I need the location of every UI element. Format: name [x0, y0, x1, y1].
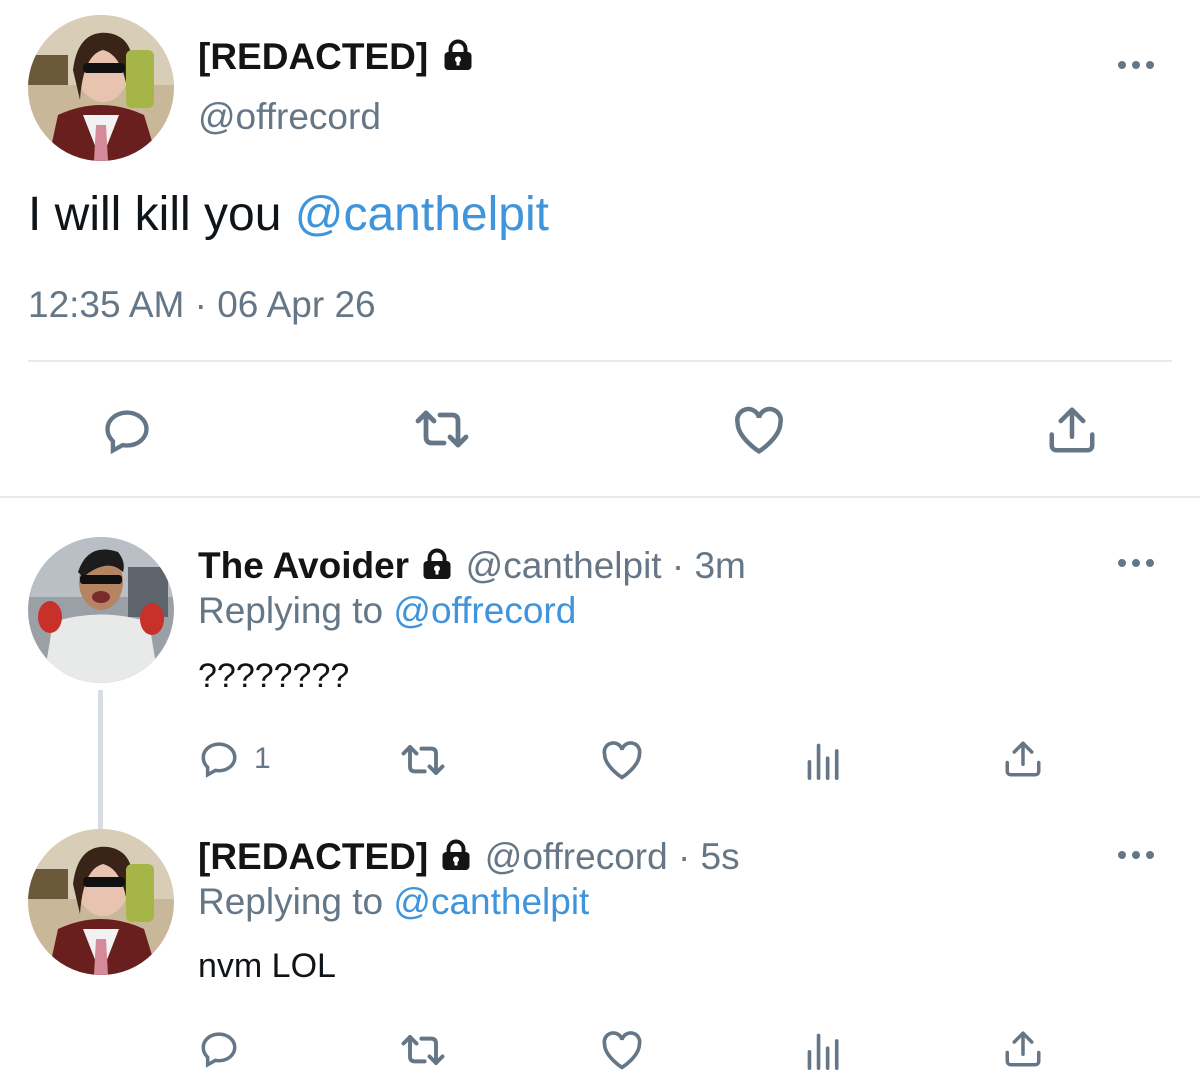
- lock-icon: [419, 546, 455, 591]
- share-icon: [1045, 403, 1099, 457]
- mention-link[interactable]: @canthelpit: [295, 188, 549, 241]
- like-icon: [600, 1029, 644, 1071]
- lock-icon: [438, 837, 474, 882]
- replying-to-link[interactable]: @canthelpit: [393, 881, 589, 922]
- section-divider: [0, 496, 1200, 498]
- analytics-icon: [805, 1030, 843, 1070]
- replying-to: Replying to @canthelpit: [198, 881, 590, 922]
- handle-timestamp[interactable]: @canthelpit · 3m: [466, 545, 746, 586]
- reply-button[interactable]: 1: [198, 738, 271, 780]
- share-button[interactable]: [1045, 403, 1099, 457]
- display-name[interactable]: [REDACTED]: [198, 36, 476, 82]
- reply1-header: The Avoider @canthelpit · 3m: [198, 545, 746, 591]
- reply-text: ????????: [198, 657, 350, 695]
- replying-to: Replying to @offrecord: [198, 590, 577, 631]
- analytics-icon: [805, 740, 843, 780]
- share-button[interactable]: [1002, 738, 1044, 780]
- avatar-offrecord[interactable]: [28, 15, 174, 161]
- more-icon[interactable]: [1118, 553, 1158, 573]
- reply-button[interactable]: [100, 405, 154, 457]
- handle-timestamp[interactable]: @offrecord · 5s: [485, 836, 740, 877]
- tweet-text: I will kill you @canthelpit: [28, 188, 549, 241]
- retweet-button[interactable]: [397, 740, 449, 780]
- retweet-icon: [397, 740, 449, 780]
- analytics-button[interactable]: [805, 1030, 843, 1070]
- avatar-offrecord[interactable]: [28, 829, 174, 975]
- reply-icon: [198, 1028, 240, 1070]
- share-icon: [1002, 1028, 1044, 1070]
- reply-text: nvm LOL: [198, 947, 336, 985]
- display-name[interactable]: [REDACTED]: [198, 836, 428, 877]
- reply-count: 1: [254, 742, 271, 775]
- like-button[interactable]: [600, 1029, 644, 1071]
- reply-button[interactable]: [198, 1028, 240, 1070]
- like-icon: [732, 405, 786, 455]
- retweet-icon: [410, 405, 474, 453]
- divider: [28, 360, 1172, 362]
- avatar-canthelpit[interactable]: [28, 537, 174, 683]
- reply-icon: [198, 738, 240, 780]
- retweet-button[interactable]: [410, 405, 474, 453]
- retweet-button[interactable]: [397, 1030, 449, 1070]
- like-button[interactable]: [600, 739, 644, 781]
- handle[interactable]: @offrecord: [198, 96, 381, 138]
- display-name[interactable]: The Avoider: [198, 545, 409, 586]
- retweet-icon: [397, 1030, 449, 1070]
- share-button[interactable]: [1002, 1028, 1044, 1070]
- analytics-button[interactable]: [805, 740, 843, 780]
- reply-icon: [100, 405, 154, 457]
- more-icon[interactable]: [1118, 55, 1158, 75]
- reply2-header: [REDACTED] @offrecord · 5s: [198, 836, 740, 882]
- lock-icon: [440, 37, 476, 82]
- replying-to-link[interactable]: @offrecord: [393, 590, 576, 631]
- share-icon: [1002, 738, 1044, 780]
- thread-line: [98, 690, 103, 830]
- timestamp[interactable]: 12:35 AM · 06 Apr 26: [28, 284, 376, 326]
- like-button[interactable]: [732, 405, 786, 455]
- more-icon[interactable]: [1118, 845, 1158, 865]
- like-icon: [600, 739, 644, 781]
